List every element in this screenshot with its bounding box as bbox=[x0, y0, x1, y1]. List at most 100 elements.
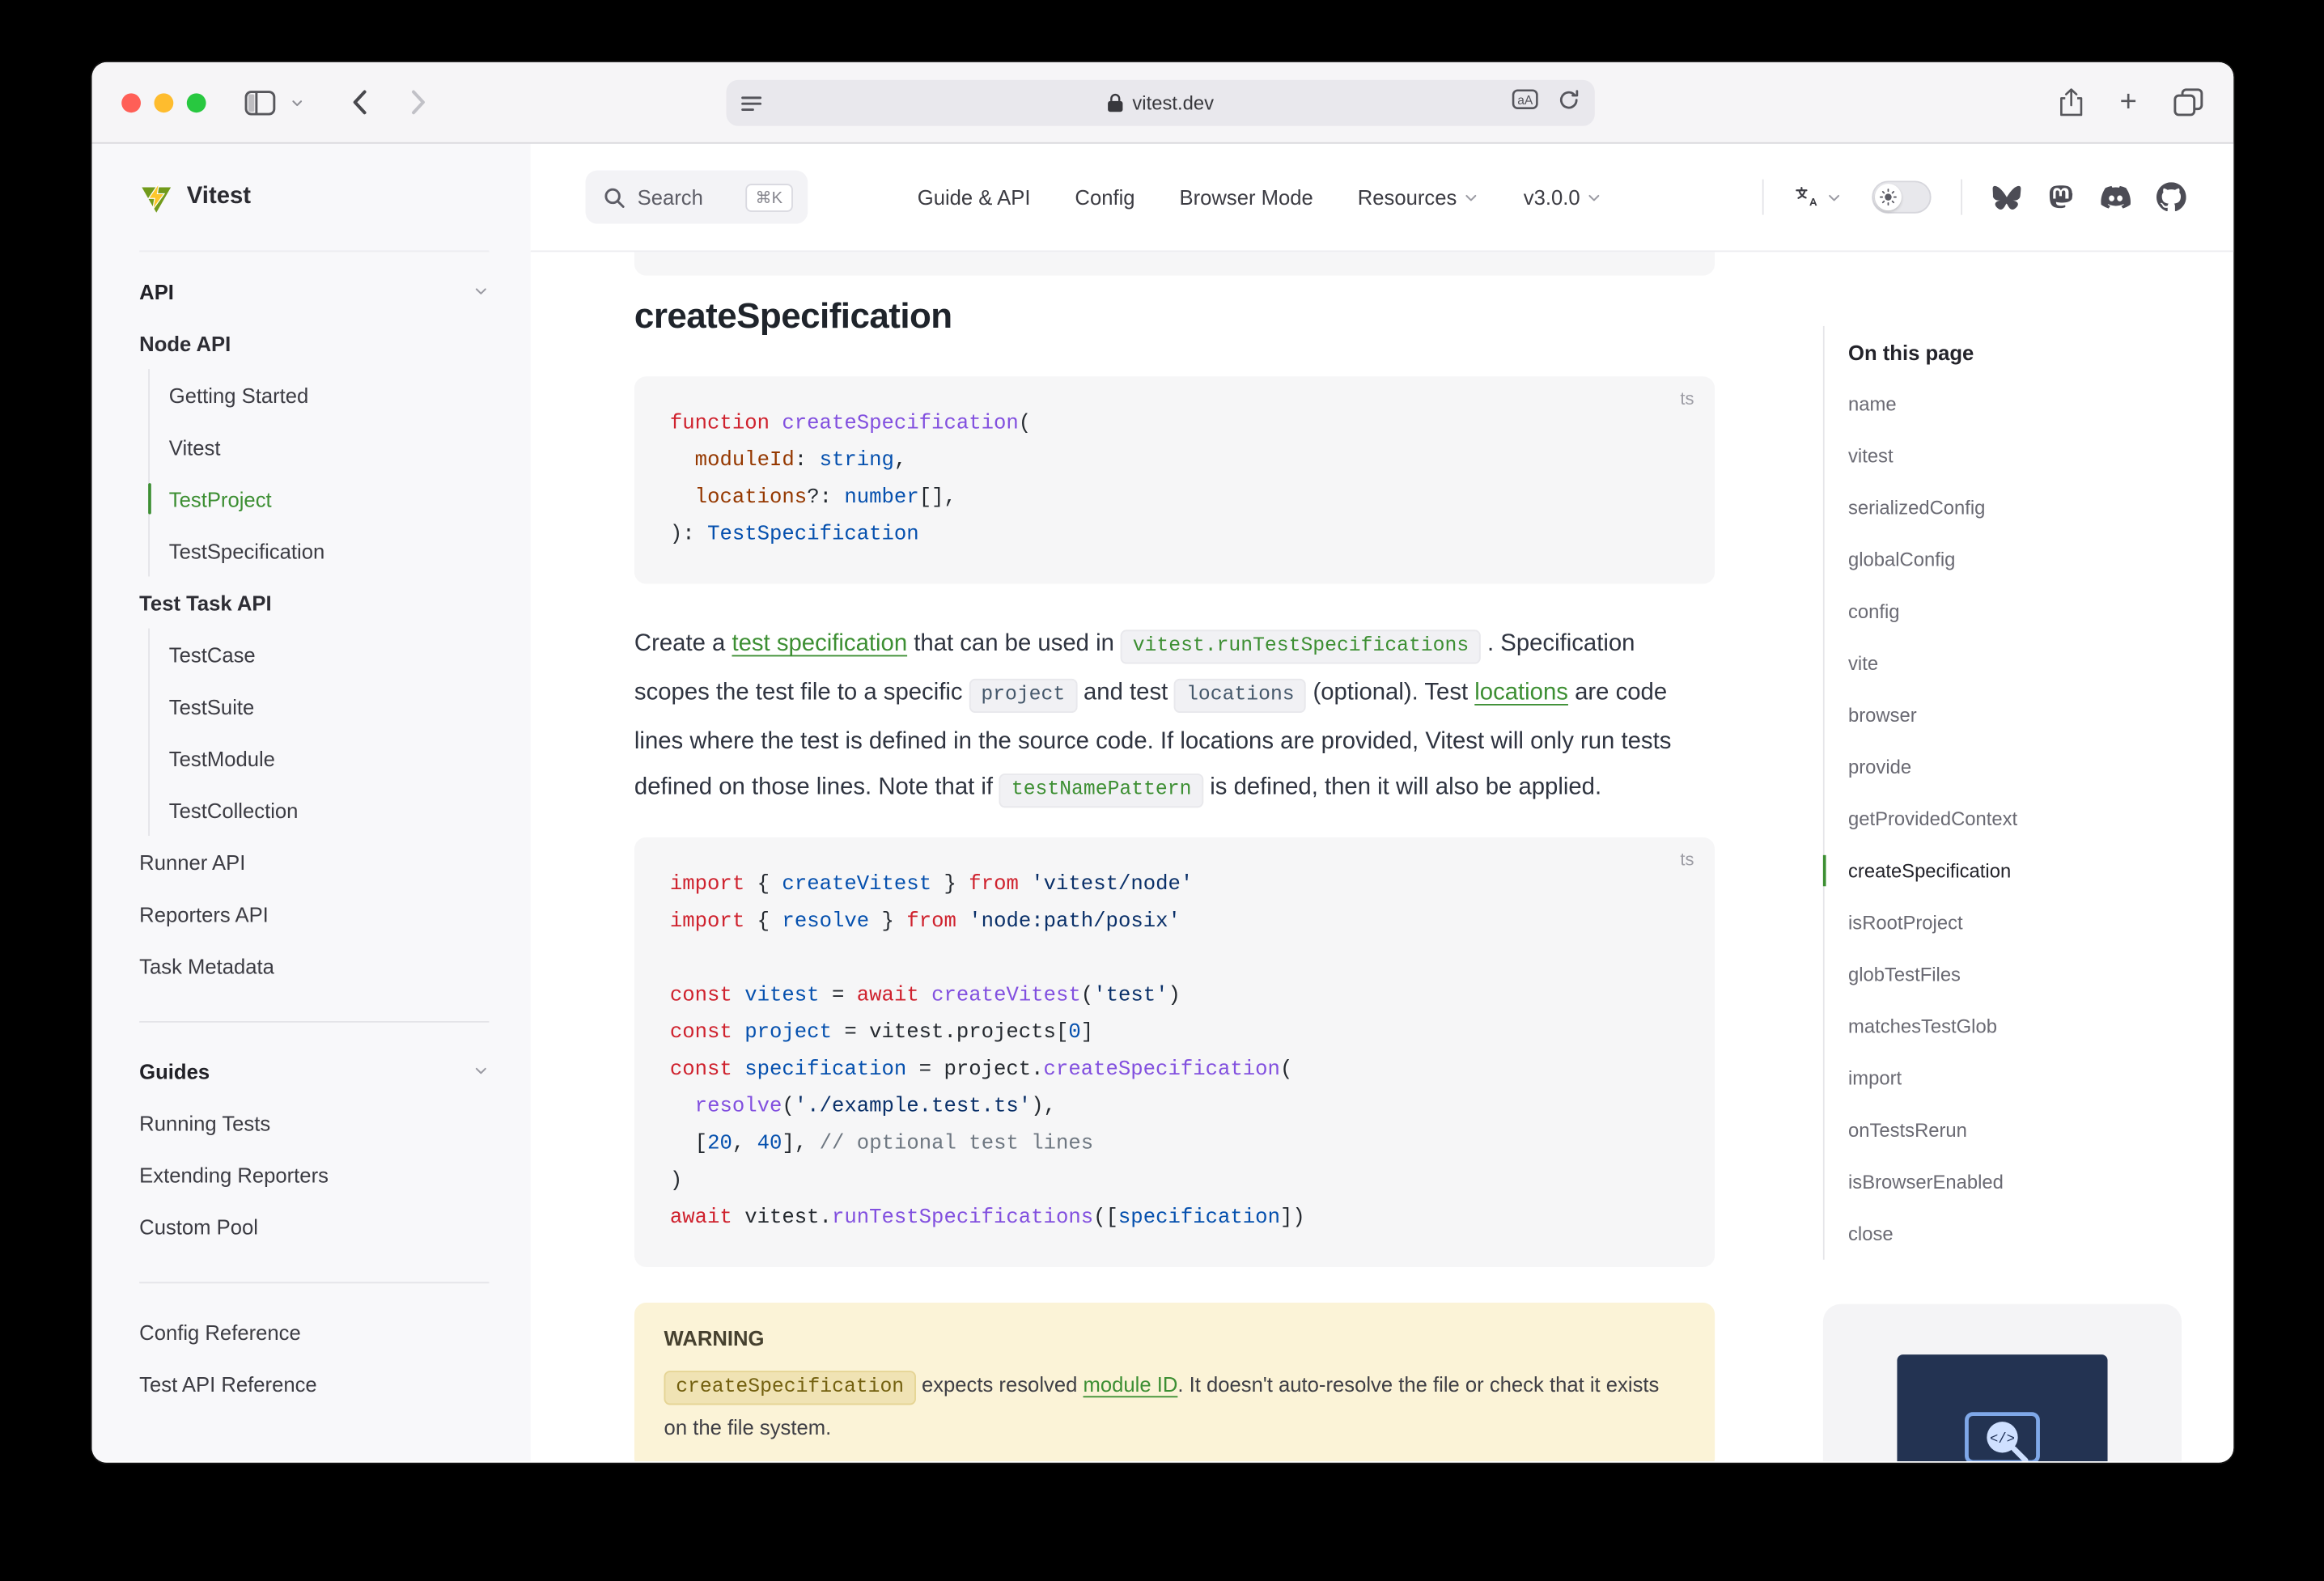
reload-button[interactable] bbox=[1558, 88, 1580, 118]
sidebar-toggle-icon bbox=[244, 90, 274, 115]
sidebar-item-config-reference[interactable]: Config Reference bbox=[139, 1306, 489, 1358]
inline-code-link[interactable]: vitest.runTestSpecifications bbox=[1121, 629, 1481, 663]
code-line: locations?: number[], bbox=[670, 480, 1679, 517]
sidebar-item-reporters-api[interactable]: Reporters API bbox=[139, 888, 489, 939]
toc-item-createspecification[interactable]: createSpecification bbox=[1848, 845, 2182, 896]
code-lang-badge: ts bbox=[1680, 850, 1694, 871]
toc-item-isbrowserenabled[interactable]: isBrowserEnabled bbox=[1848, 1156, 2182, 1208]
toc-item-getprovidedcontext[interactable]: getProvidedContext bbox=[1848, 793, 2182, 845]
address-bar[interactable]: vitest.dev aA bbox=[726, 80, 1594, 126]
previous-code-block-partial bbox=[634, 252, 1715, 275]
chevron-down-icon bbox=[473, 283, 489, 299]
toc-item-browser[interactable]: browser bbox=[1848, 689, 2182, 741]
nav-link-resources[interactable]: Resources bbox=[1358, 185, 1479, 209]
minimize-window-button[interactable] bbox=[154, 92, 173, 112]
sidebar-item-test-api-reference[interactable]: Test API Reference bbox=[139, 1358, 489, 1409]
translate-icon[interactable]: aA bbox=[1512, 89, 1538, 117]
nav-link-browser-mode[interactable]: Browser Mode bbox=[1179, 185, 1313, 209]
sidebar-item-testsuite[interactable]: TestSuite bbox=[169, 680, 490, 732]
sidebar-item-custom-pool[interactable]: Custom Pool bbox=[139, 1201, 489, 1253]
toc-item-matchestestglob[interactable]: matchesTestGlob bbox=[1848, 1000, 2182, 1052]
mastodon-icon[interactable] bbox=[2046, 183, 2075, 211]
bluesky-icon[interactable] bbox=[1992, 183, 2022, 211]
code-lang-badge: ts bbox=[1680, 388, 1694, 409]
sidebar-item-testspecification[interactable]: TestSpecification bbox=[169, 524, 490, 576]
forward-button[interactable] bbox=[401, 62, 436, 142]
inline-link[interactable]: module ID bbox=[1083, 1372, 1177, 1396]
inline-code-link[interactable]: testNamePattern bbox=[999, 774, 1203, 807]
code-line: const vitest = await createVitest('test'… bbox=[670, 978, 1679, 1015]
sidebar-item-task-metadata[interactable]: Task Metadata bbox=[139, 939, 489, 991]
toc-item-name[interactable]: name bbox=[1848, 378, 2182, 430]
nav-link-guide-api[interactable]: Guide & API bbox=[918, 185, 1031, 209]
chevron-down-icon bbox=[290, 95, 303, 108]
text-run: and test bbox=[1077, 680, 1175, 706]
code-block-example: ts import { createVitest } from 'vitest/… bbox=[634, 837, 1715, 1267]
code-line: const project = vitest.projects[0] bbox=[670, 1015, 1679, 1053]
inline-code: locations bbox=[1174, 679, 1306, 713]
sidebar-group-api[interactable]: API bbox=[139, 265, 489, 317]
toc-item-serializedconfig[interactable]: serializedConfig bbox=[1848, 481, 2182, 533]
main-area: Search ⌘K Guide & API Config Browser Mode R… bbox=[531, 144, 2234, 1461]
ad-card[interactable]: </> bbox=[1823, 1304, 2182, 1461]
search-icon bbox=[603, 186, 625, 208]
toc-item-config[interactable]: config bbox=[1848, 585, 2182, 637]
body-paragraph: Create a test specification that can be … bbox=[634, 621, 1715, 813]
social-links bbox=[1992, 182, 2186, 212]
chevron-left-icon bbox=[350, 89, 367, 116]
sidebar-item-testcollection[interactable]: TestCollection bbox=[169, 784, 490, 836]
sidebar-item-testproject[interactable]: TestProject bbox=[169, 473, 490, 524]
toc-item-isrootproject[interactable]: isRootProject bbox=[1848, 896, 2182, 948]
sidebar-item-runner-api[interactable]: Runner API bbox=[139, 836, 489, 888]
toc-title: On this page bbox=[1848, 326, 2182, 378]
back-button[interactable] bbox=[341, 62, 376, 142]
toc-item-ontestsrerun[interactable]: onTestsRerun bbox=[1848, 1104, 2182, 1156]
sidebar-group-guides[interactable]: Guides bbox=[139, 1045, 489, 1096]
sidebar-item-running-tests[interactable]: Running Tests bbox=[139, 1096, 489, 1148]
zoom-window-button[interactable] bbox=[187, 92, 206, 112]
desktop: vitest.dev aA + bbox=[0, 0, 2324, 1581]
toc-item-vitest[interactable]: vitest bbox=[1848, 430, 2182, 481]
sidebar-item-getting-started[interactable]: Getting Started bbox=[169, 369, 490, 421]
tabs-icon bbox=[2172, 87, 2203, 117]
toc-item-provide[interactable]: provide bbox=[1848, 741, 2182, 793]
translate-icon bbox=[1793, 183, 1821, 211]
vitest-logo-icon bbox=[139, 180, 173, 214]
close-window-button[interactable] bbox=[121, 92, 141, 112]
toolbar-dropdown-button[interactable] bbox=[286, 62, 307, 142]
site-logo[interactable]: Vitest bbox=[139, 144, 489, 252]
sidebar-item-extending-reporters[interactable]: Extending Reporters bbox=[139, 1148, 489, 1200]
nav-menu: Guide & API Config Browser Mode Resources v3… bbox=[918, 185, 1602, 209]
tab-overview-button[interactable] bbox=[2167, 62, 2208, 142]
nav-link-label: Guide & API bbox=[918, 185, 1031, 209]
discord-icon[interactable] bbox=[2100, 182, 2131, 212]
toc-item-globtestfiles[interactable]: globTestFiles bbox=[1848, 948, 2182, 1000]
toc-item-close[interactable]: close bbox=[1848, 1208, 2182, 1260]
toc-item-import[interactable]: import bbox=[1848, 1052, 2182, 1104]
sidebar-section-node-api[interactable]: Node API bbox=[139, 317, 489, 369]
sidebar-section-test-task-api[interactable]: Test Task API bbox=[139, 576, 489, 628]
new-tab-button[interactable]: + bbox=[2109, 62, 2148, 142]
sidebar-item-testmodule[interactable]: TestModule bbox=[169, 732, 490, 784]
language-menu[interactable] bbox=[1793, 183, 1842, 211]
toc-item-vite[interactable]: vite bbox=[1848, 638, 2182, 689]
chevron-down-icon bbox=[1586, 189, 1602, 206]
search-button[interactable]: Search ⌘K bbox=[585, 171, 808, 224]
inline-link[interactable]: locations bbox=[1474, 680, 1568, 706]
toc-item-globalconfig[interactable]: globalConfig bbox=[1848, 533, 2182, 585]
inline-link[interactable]: test specification bbox=[732, 631, 907, 656]
text-run: is defined, then it will also be applied… bbox=[1203, 775, 1601, 800]
reader-icon[interactable] bbox=[741, 94, 762, 112]
sidebar-item-testcase[interactable]: TestCase bbox=[169, 629, 490, 680]
code-line: ) bbox=[670, 1163, 1679, 1201]
nav-divider bbox=[1762, 180, 1764, 215]
code-content: function createSpecification( moduleId: … bbox=[670, 406, 1679, 554]
page-heading: createSpecification bbox=[634, 296, 1715, 337]
github-icon[interactable] bbox=[2156, 182, 2186, 212]
sidebar-toggle-button[interactable] bbox=[240, 62, 279, 142]
theme-toggle[interactable] bbox=[1872, 180, 1931, 213]
sidebar-item-vitest[interactable]: Vitest bbox=[169, 421, 490, 473]
share-button[interactable] bbox=[2051, 62, 2090, 142]
nav-link-v3-0-0[interactable]: v3.0.0 bbox=[1524, 185, 1602, 209]
nav-link-config[interactable]: Config bbox=[1075, 185, 1134, 209]
